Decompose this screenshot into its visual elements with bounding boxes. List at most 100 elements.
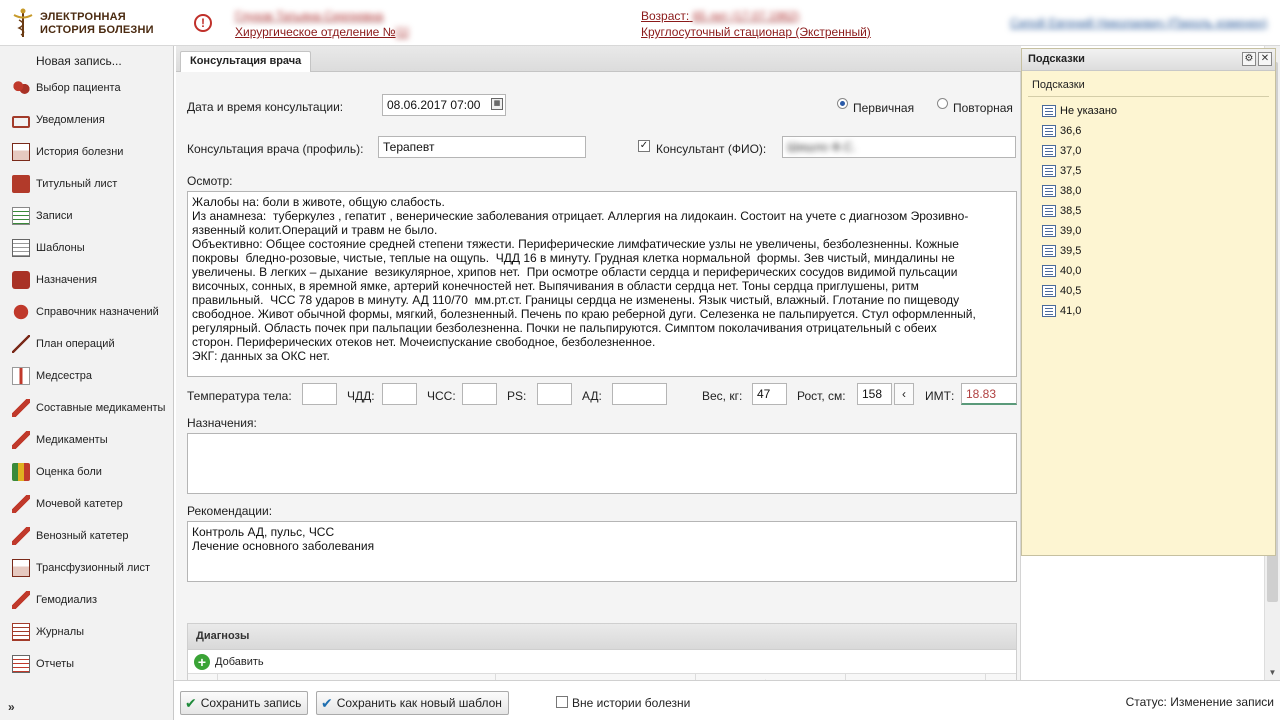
sidebar-item[interactable]: Гемодиализ (0, 585, 173, 615)
current-user-link[interactable]: Сипой Евгений Николаевич (Пароль изменен… (1010, 16, 1267, 30)
calendar-icon[interactable]: ▦ (491, 98, 503, 110)
height-input[interactable]: 158 (857, 383, 892, 405)
add-diagnosis-button[interactable]: + Добавить (188, 650, 1016, 674)
exam-textarea[interactable]: Жалобы на: боли в животе, общую слабость… (187, 191, 1017, 377)
hint-item[interactable]: 41,0 (1042, 301, 1117, 321)
profile-input[interactable]: Терапевт (378, 136, 586, 158)
diagnoses-title: Диагнозы (188, 624, 1016, 650)
hint-item-label: Не указано (1060, 105, 1118, 117)
sidebar-item-label: Трансфузионный лист (36, 562, 151, 574)
journal-icon (12, 623, 30, 641)
hint-item[interactable]: 36,6 (1042, 121, 1117, 141)
syringe-icon (12, 527, 30, 545)
tab-doctor-consultation[interactable]: Консультация врача (180, 51, 312, 72)
sidebar-item[interactable]: Выбор пациента (0, 73, 173, 103)
chevron-left-icon[interactable]: ‹ (894, 383, 914, 405)
hint-item[interactable]: 39,0 (1042, 221, 1117, 241)
save-as-template-button[interactable]: ✔ Сохранить как новый шаблон (316, 691, 509, 715)
prescriptions-textarea[interactable] (187, 433, 1017, 494)
sidebar-item-label: Уведомления (36, 114, 105, 126)
hint-item[interactable]: 37,5 (1042, 161, 1117, 181)
datetime-input[interactable]: 08.06.2017 07:00 ▦ (382, 94, 506, 116)
ad-input[interactable] (612, 383, 667, 405)
consultant-checkbox[interactable]: ✓ (638, 140, 650, 152)
book-icon (12, 175, 30, 193)
sidebar-item[interactable]: Трансфузионный лист (0, 553, 173, 583)
sidebar-item-label: Оценка боли (36, 466, 102, 478)
sidebar-item[interactable]: Журналы (0, 617, 173, 647)
ps-input[interactable] (537, 383, 572, 405)
sidebar-item[interactable]: Назначения (0, 265, 173, 295)
app-title-line1: ЭЛЕКТРОННАЯ (40, 11, 126, 23)
sidebar-expand-button[interactable]: » (8, 700, 15, 714)
hint-item-label: 38,0 (1060, 185, 1082, 197)
hint-item[interactable]: 38,5 (1042, 201, 1117, 221)
add-diagnosis-label: Добавить (215, 655, 264, 668)
sidebar-item[interactable]: Титульный лист (0, 169, 173, 199)
datetime-label: Дата и время консультации: (187, 100, 344, 114)
recommendations-textarea[interactable]: Контроль АД, пульс, ЧСС Лечение основног… (187, 521, 1017, 582)
outside-history-checkbox[interactable] (556, 696, 568, 708)
temp-input[interactable] (302, 383, 337, 405)
hint-item[interactable]: 38,0 (1042, 181, 1117, 201)
sidebar-item[interactable]: Уведомления (0, 105, 173, 135)
checkmark-icon: ✔ (185, 694, 197, 711)
sidebar-item[interactable]: Медсестра (0, 361, 173, 391)
close-icon[interactable]: ✕ (1258, 52, 1272, 66)
department-number: [1] (395, 25, 409, 39)
scroll-down-icon[interactable]: ▼ (1265, 665, 1280, 680)
sidebar-item[interactable]: Записи (0, 201, 173, 231)
patient-name-link[interactable]: Глухов Татьяна Сергеевна (235, 9, 383, 23)
hint-item-label: 39,5 (1060, 245, 1082, 257)
sidebar-item[interactable]: Справочник назначений (0, 297, 173, 327)
age-value: 65 лет (17.07.1962) (692, 9, 800, 23)
consultant-input[interactable]: Шишло Ф.С. (782, 136, 1016, 158)
outside-history-label: Вне истории болезни (572, 696, 691, 710)
hint-item-label: 37,5 (1060, 165, 1082, 177)
alert-icon[interactable]: ! (194, 14, 212, 32)
chss-label: ЧСС: (427, 389, 456, 403)
stationary-link[interactable]: Круглосуточный стационар (Экстренный) (641, 25, 871, 39)
age-link[interactable]: Возраст: 65 лет (17.07.1962) (641, 9, 799, 23)
templates-icon (12, 239, 30, 257)
exam-label: Осмотр: (187, 174, 233, 188)
height-label: Рост, см: (797, 389, 846, 403)
hint-item[interactable]: 40,5 (1042, 281, 1117, 301)
sidebar-item[interactable]: Шаблоны (0, 233, 173, 263)
chss-input[interactable] (462, 383, 497, 405)
hint-item[interactable]: 40,0 (1042, 261, 1117, 281)
hints-panel: Подсказки ⚙ ✕ Подсказки Не указано 36,6 37… (1021, 48, 1276, 556)
hint-item-label: 38,5 (1060, 205, 1082, 217)
hint-item[interactable]: 37,0 (1042, 141, 1117, 161)
prescriptions-icon (12, 271, 30, 289)
sidebar-item[interactable]: Венозный катетер (0, 521, 173, 551)
prescriptions-label: Назначения: (187, 416, 257, 430)
sidebar-item[interactable]: Оценка боли (0, 457, 173, 487)
consultation-form: Дата и время консультации: 08.06.2017 07… (176, 72, 1021, 705)
save-record-button[interactable]: ✔ Сохранить запись (180, 691, 309, 715)
document-icon (12, 559, 30, 577)
new-record-button[interactable]: Новая запись... (36, 54, 122, 68)
sidebar-item[interactable]: План операций (0, 329, 173, 359)
sidebar-item[interactable]: История болезни (0, 137, 173, 167)
sidebar-item[interactable]: Медикаменты (0, 425, 173, 455)
department-link[interactable]: Хирургическое отделение №[1] (235, 25, 409, 39)
list-icon (1042, 145, 1056, 157)
settings-icon[interactable]: ⚙ (1242, 52, 1256, 66)
hints-titlebar: Подсказки ⚙ ✕ (1022, 49, 1275, 71)
chdd-input[interactable] (382, 383, 417, 405)
app-title-line2: ИСТОРИЯ БОЛЕЗНИ (40, 24, 154, 36)
sidebar-item-label: Медикаменты (36, 434, 108, 446)
sidebar-item-label: История болезни (36, 146, 124, 158)
sidebar-item[interactable]: Отчеты (0, 649, 173, 679)
sidebar-item[interactable]: Мочевой катетер (0, 489, 173, 519)
hints-list: Не указано 36,6 37,0 37,5 38,0 38,5 39,0 39,5 40… (1042, 101, 1117, 321)
scalpel-icon (12, 335, 30, 353)
radio-repeat[interactable] (937, 98, 948, 109)
radio-primary[interactable] (837, 98, 848, 109)
weight-input[interactable]: 47 (752, 383, 787, 405)
sidebar-item-label: Титульный лист (36, 178, 118, 190)
hint-item[interactable]: 39,5 (1042, 241, 1117, 261)
sidebar-item[interactable]: Составные медикаменты (0, 393, 173, 423)
hint-item[interactable]: Не указано (1042, 101, 1117, 121)
